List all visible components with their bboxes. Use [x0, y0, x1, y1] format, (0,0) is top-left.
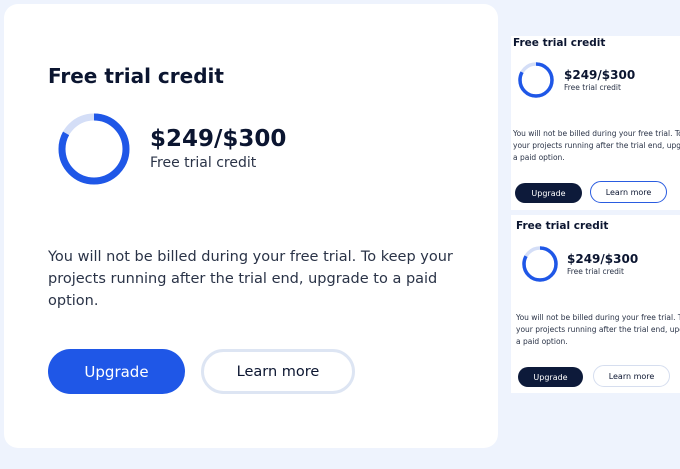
- credit-progress-ring: [522, 246, 558, 282]
- credit-amount: $249/$300: [564, 68, 636, 82]
- billing-description: You will not be billed during your free …: [513, 129, 680, 162]
- card-title: Free trial credit: [48, 64, 224, 88]
- small-credit-card-2: Free trial credit $249/$300 Free trial c…: [511, 215, 680, 393]
- main-credit-card: Free trial credit $249/$300 Free trial c…: [4, 4, 498, 448]
- credit-amount: $249/$300: [150, 126, 287, 152]
- upgrade-button[interactable]: Upgrade: [518, 367, 583, 387]
- billing-description: You will not be billed during your free …: [516, 313, 680, 346]
- credit-progress-ring: [58, 113, 130, 185]
- card-title: Free trial credit: [516, 220, 609, 232]
- credit-progress-ring: [518, 62, 554, 98]
- card-title: Free trial credit: [513, 37, 606, 49]
- credit-label: Free trial credit: [564, 83, 621, 92]
- learn-more-button[interactable]: Learn more: [590, 181, 667, 203]
- learn-more-button[interactable]: Learn more: [201, 349, 355, 394]
- learn-more-button[interactable]: Learn more: [593, 365, 670, 387]
- small-credit-card-1: Free trial credit $249/$300 Free trial c…: [511, 36, 680, 210]
- credit-amount: $249/$300: [567, 252, 639, 266]
- billing-description: You will not be billed during your free …: [48, 249, 453, 309]
- upgrade-button[interactable]: Upgrade: [48, 349, 185, 394]
- credit-label: Free trial credit: [567, 267, 624, 276]
- upgrade-button[interactable]: Upgrade: [515, 183, 582, 203]
- credit-label: Free trial credit: [150, 155, 257, 171]
